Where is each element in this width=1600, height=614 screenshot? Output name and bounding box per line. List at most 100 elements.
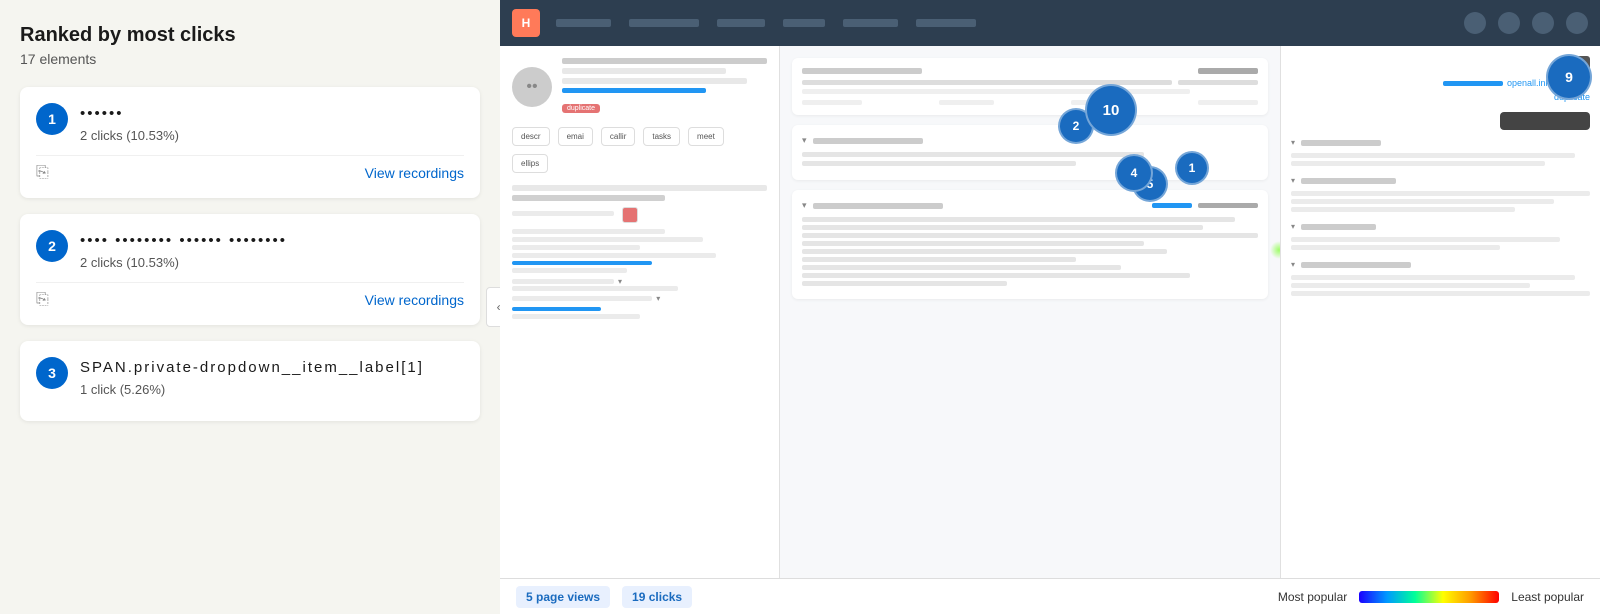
hs-b1-title — [802, 68, 922, 74]
hs-action-email[interactable]: emai — [558, 127, 593, 146]
hs-sidebar-header: •• duplicate — [512, 58, 767, 115]
hs-small-5 — [512, 268, 627, 273]
copy-icon-2[interactable]: ⎘ — [36, 291, 49, 309]
hs-b2-l1 — [802, 152, 1144, 157]
left-panel: Ranked by most clicks 17 elements 1 ••••… — [0, 0, 500, 614]
hs-nav-right — [1464, 12, 1588, 34]
hs-dropdown-chevron: ▾ — [618, 277, 622, 286]
rank-info-2: •••• •••••••• •••••• •••••••• 2 clicks (… — [80, 230, 464, 270]
hs-nav-apps-icon[interactable] — [1532, 12, 1554, 34]
hs-rsa1-chevron: ▾ — [1291, 138, 1295, 147]
nav-item-1[interactable] — [556, 19, 611, 27]
nav-item-3[interactable] — [717, 19, 765, 27]
heatmap-dot-9: 9 — [1546, 54, 1592, 100]
nav-item-2[interactable] — [629, 19, 699, 27]
hs-action-ellips[interactable]: ellips — [512, 154, 548, 173]
collapse-button[interactable]: « — [486, 287, 500, 327]
rank-card-1-header: 1 •••••• 2 clicks (10.53%) — [36, 103, 464, 143]
hs-rs1-openlink: openall.ink — [1507, 78, 1550, 88]
hs-rsa1-l1 — [1291, 153, 1575, 158]
hs-b3-l2 — [802, 225, 1203, 230]
hs-b3-l4 — [802, 241, 1144, 246]
hs-pill3 — [1071, 100, 1121, 105]
hs-rsa3-header: ▾ — [1291, 222, 1590, 231]
hs-small-1 — [512, 229, 665, 234]
rank-footer-1: ⎘ View recordings — [36, 155, 464, 182]
hs-b3-l8 — [802, 273, 1190, 278]
hs-contact-detail-line — [562, 68, 726, 74]
hs-b1-l2 — [1178, 80, 1258, 85]
rank-badge-1: 1 — [36, 103, 68, 135]
hs-main-area: ▾ ▾ — [780, 46, 1280, 578]
hs-b3-l1 — [802, 217, 1235, 222]
hs-rsa1-header: ▾ — [1291, 138, 1590, 147]
hs-action-tasks[interactable]: tasks — [643, 127, 680, 146]
hs-content-block-1 — [792, 58, 1268, 115]
hs-nav-settings-icon[interactable] — [1566, 12, 1588, 34]
hs-dropdown-row2: ▾ — [512, 294, 767, 303]
hs-rsa3-title — [1301, 224, 1376, 230]
hs-b3-l6 — [802, 257, 1076, 262]
copy-icon-1[interactable]: ⎘ — [36, 164, 49, 182]
hs-action-meet[interactable]: meet — [688, 127, 724, 146]
hs-main-inner: ▾ ▾ — [780, 46, 1280, 578]
hs-sidebar-divider — [512, 185, 767, 191]
rank-card-3-header: 3 SPAN.private-dropdown__item__label[1] … — [36, 357, 464, 397]
hs-dark-btn[interactable] — [1500, 112, 1590, 130]
hs-b2-header: ▾ — [802, 135, 1258, 146]
hs-action-buttons: descr emai callir tasks meet ellips — [512, 127, 767, 173]
rank-clicks-2: 2 clicks (10.53%) — [80, 255, 464, 270]
hs-s-line — [512, 211, 614, 216]
hs-small-link — [512, 261, 652, 265]
hs-b3-action2 — [1198, 203, 1258, 208]
hs-rsa2-title — [1301, 178, 1396, 184]
hs-bottombar: 5 page views 19 clicks Most popular Leas… — [500, 578, 1600, 614]
hs-action-call[interactable]: callir — [601, 127, 635, 146]
hs-dark-btn-container — [1291, 112, 1590, 130]
hs-rs-accordion-4: ▾ — [1291, 260, 1590, 296]
nav-item-4[interactable] — [783, 19, 825, 27]
hs-d-line2 — [512, 296, 652, 301]
hs-avatar: •• — [512, 67, 552, 107]
hs-pill1 — [802, 100, 862, 105]
rank-element-name-3: SPAN.private-dropdown__item__label[1] — [80, 357, 464, 378]
hs-contact-detail-line2 — [562, 78, 747, 84]
rank-card-3: 3 SPAN.private-dropdown__item__label[1] … — [20, 341, 480, 421]
hs-b3-l7 — [802, 265, 1121, 270]
hs-nav-items — [556, 19, 1448, 27]
panel-subtitle: 17 elements — [20, 51, 480, 67]
hs-right-section-1: openall.ink duplicate duplicate — [1291, 78, 1590, 102]
hs-nav-globe-icon[interactable] — [1464, 12, 1486, 34]
heatmap-gradient — [1359, 591, 1499, 603]
hs-b3-action1 — [1152, 203, 1192, 208]
hs-small-6 — [512, 286, 678, 291]
hs-action-descr[interactable]: descr — [512, 127, 550, 146]
view-recordings-link-2[interactable]: View recordings — [365, 292, 464, 308]
least-popular-label: Least popular — [1511, 590, 1584, 604]
rank-badge-2: 2 — [36, 230, 68, 262]
hs-b1-pills — [802, 100, 1258, 105]
hs-nav-help-icon[interactable] — [1498, 12, 1520, 34]
hs-rsa2-l3 — [1291, 207, 1515, 212]
view-recordings-link-1[interactable]: View recordings — [365, 165, 464, 181]
hs-status-indicator — [622, 207, 638, 223]
hs-rsa4-l1 — [1291, 275, 1575, 280]
nav-item-6[interactable] — [916, 19, 976, 27]
hs-rs-accordion-1: ▾ — [1291, 138, 1590, 166]
hs-rsa2-chevron: ▾ — [1291, 176, 1295, 185]
hs-pill4 — [1198, 100, 1258, 105]
hs-right-top: last — [1291, 56, 1590, 70]
hs-content-block-2: ▾ — [792, 125, 1268, 180]
hs-sidebar-contact-info: duplicate — [562, 58, 767, 115]
hs-rsa4-title — [1301, 262, 1411, 268]
hs-b3-expand: ▾ — [802, 200, 807, 211]
hs-b3-l3 — [802, 233, 1258, 238]
hs-contact-link — [562, 88, 706, 93]
nav-item-5[interactable] — [843, 19, 898, 27]
hs-rs1-dup2: duplicate — [1291, 92, 1590, 102]
hs-b3-l5 — [802, 249, 1167, 254]
hs-rsa1-l2 — [1291, 161, 1545, 166]
hs-rsa4-header: ▾ — [1291, 260, 1590, 269]
hs-section-title-1 — [512, 195, 665, 201]
rank-card-1: 1 •••••• 2 clicks (10.53%) ⎘ View record… — [20, 87, 480, 198]
